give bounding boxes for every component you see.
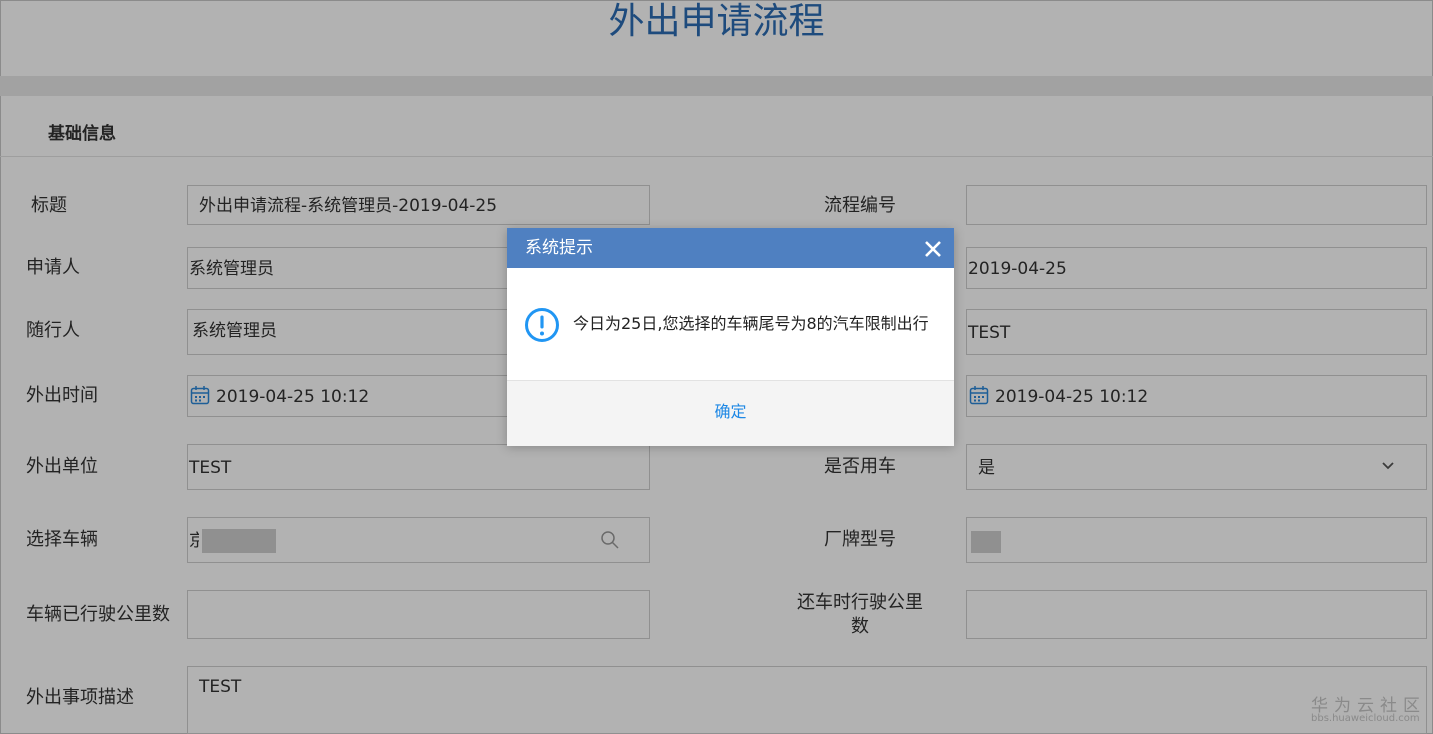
dialog-message: 今日为25日,您选择的车辆尾号为8的汽车限制出行 <box>573 314 929 333</box>
close-icon[interactable] <box>924 240 942 258</box>
dialog-header: 系统提示 <box>507 228 954 268</box>
dialog-title: 系统提示 <box>525 238 593 258</box>
confirm-button[interactable]: 确定 <box>507 401 954 423</box>
watermark-url: bbs.huaweicloud.com <box>1311 713 1420 724</box>
system-dialog: 系统提示 今日为25日,您选择的车辆尾号为8的汽车限制出行 确定 <box>507 228 954 446</box>
dialog-footer: 确定 <box>507 380 954 446</box>
exclamation-icon <box>525 308 559 342</box>
dialog-body: 今日为25日,您选择的车辆尾号为8的汽车限制出行 <box>507 268 954 380</box>
